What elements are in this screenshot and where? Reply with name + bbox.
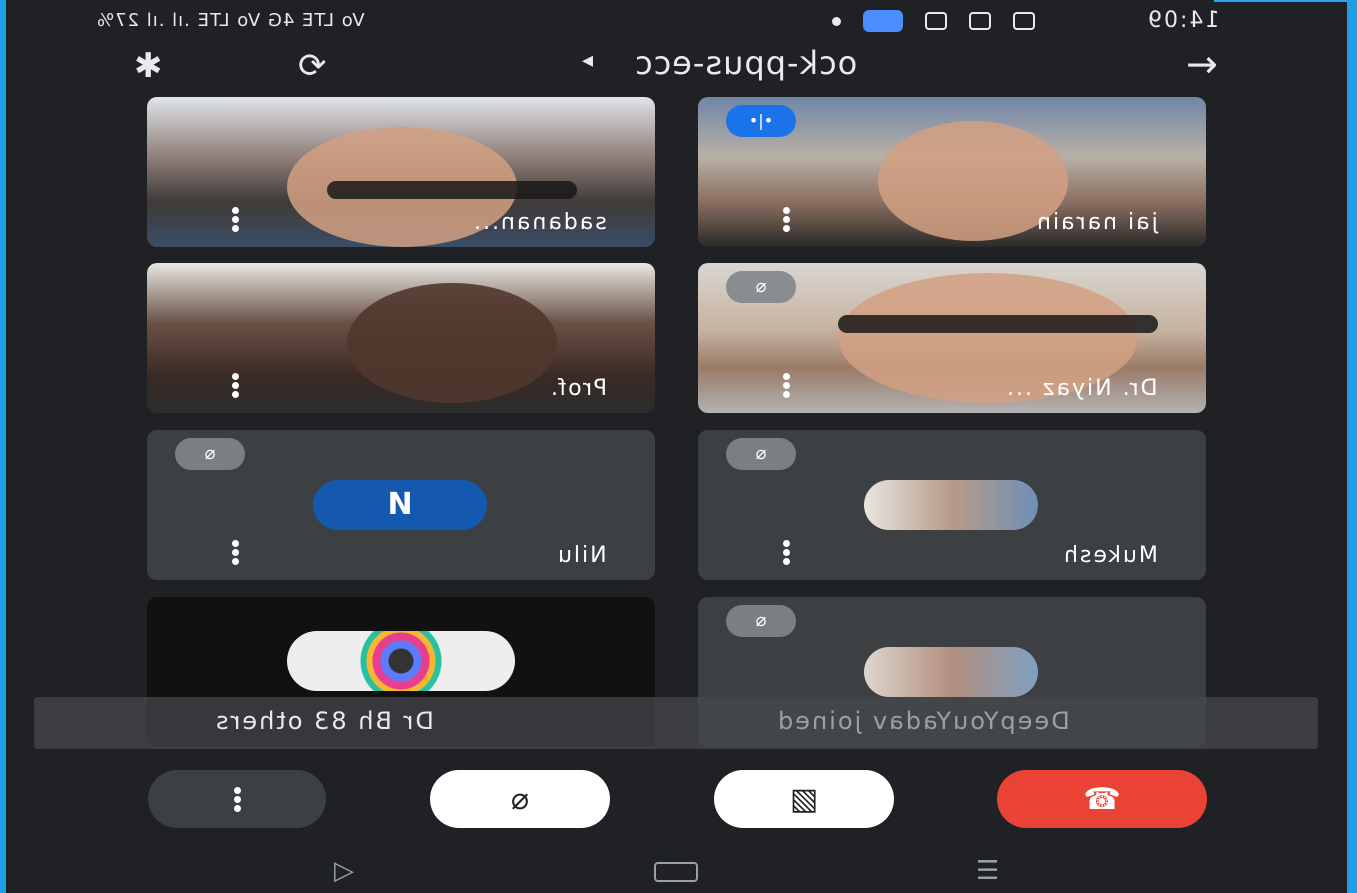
switch-camera-icon[interactable]: ⟳ (298, 46, 327, 86)
avatar (864, 647, 1038, 697)
participant-tile-prof[interactable]: Prof. (147, 263, 655, 413)
participant-name: sadanan... (472, 210, 607, 235)
overflow-participants-label: Dr Bh 83 others (214, 707, 434, 735)
join-notification-text: DeepYouYadav joined (776, 707, 1070, 735)
back-arrow-icon[interactable]: → (1186, 42, 1218, 86)
status-bar: Vo LTE 4G Vo LTE .ıl .ıl 27% 14:09 (6, 0, 1347, 40)
participant-tile-dr-niyaz[interactable]: ⌀ Dr. Niyaz ... (698, 263, 1206, 413)
more-options-icon[interactable] (227, 538, 243, 566)
meeting-code[interactable]: ock-ppus-ecc (634, 44, 857, 82)
more-options-icon[interactable] (227, 371, 243, 399)
mic-off-icon: ⌀ (726, 438, 796, 470)
status-indicators: Vo LTE 4G Vo LTE .ıl .ıl 27% (96, 10, 365, 31)
mic-off-icon: ⌀ (726, 605, 796, 637)
more-options-icon[interactable] (778, 205, 794, 233)
avatar (864, 480, 1038, 530)
camera-toggle-button[interactable]: ▧ (714, 770, 894, 828)
meeting-details-caret-icon[interactable]: ◂ (582, 48, 593, 73)
bluetooth-audio-icon[interactable]: ✱ (134, 46, 163, 86)
nav-home-icon[interactable] (654, 862, 698, 882)
video-off-icon: ▧ (789, 781, 819, 817)
sunglasses (838, 315, 1158, 333)
mic-toggle-button[interactable]: ⌀ (430, 770, 610, 828)
more-options-icon[interactable] (227, 205, 243, 233)
join-notification-toast: Dr Bh 83 others DeepYouYadav joined (34, 697, 1318, 749)
whatsapp-icon (1013, 12, 1035, 30)
top-bar: ✱ ⟳ ◂ ock-ppus-ecc → (6, 40, 1347, 88)
system-navigation-bar: ▷ ☰ (6, 850, 1347, 893)
participant-name: jai narain (1035, 210, 1158, 235)
meet-call-screen: Vo LTE 4G Vo LTE .ıl .ıl 27% 14:09 ✱ ⟳ ◂… (6, 0, 1347, 893)
more-options-button[interactable] (148, 770, 326, 828)
more-options-icon (229, 785, 245, 813)
participant-tile-jai-narain[interactable]: •|• jai narain (698, 97, 1206, 247)
participant-tile-nilu[interactable]: N ⌀ Nilu (147, 430, 655, 580)
nav-back-icon[interactable]: ▷ (334, 856, 354, 886)
speaking-indicator-icon: •|• (726, 105, 796, 137)
participant-tile-mukesh[interactable]: ⌀ Mukesh (698, 430, 1206, 580)
mic-off-icon: ⌀ (510, 781, 530, 817)
avatar: N (313, 480, 487, 530)
mic-off-icon: ⌀ (726, 271, 796, 303)
nav-recents-icon[interactable]: ☰ (976, 856, 999, 886)
notification-dot-icon (832, 16, 841, 26)
participant-tile-sadanan[interactable]: sadanan... (147, 97, 655, 247)
mic-off-icon: ⌀ (175, 438, 245, 470)
meet-app-icon (863, 10, 903, 32)
hang-up-icon: ☎ (1083, 781, 1121, 817)
sunglasses (327, 181, 577, 199)
person-icon (925, 12, 947, 30)
status-icon-group (832, 10, 1035, 32)
video-icon (969, 12, 991, 30)
end-call-button[interactable]: ☎ (997, 770, 1207, 828)
participant-name: Nilu (556, 543, 607, 568)
more-options-icon[interactable] (778, 538, 794, 566)
participant-name: Dr. Niyaz ... (1005, 376, 1158, 401)
participant-name: Mukesh (1062, 543, 1158, 568)
participant-video (347, 283, 557, 403)
more-options-icon[interactable] (778, 371, 794, 399)
camera-app-icon (287, 631, 515, 691)
clock: 14:09 (1146, 8, 1220, 33)
participant-name: Prof. (548, 376, 607, 401)
